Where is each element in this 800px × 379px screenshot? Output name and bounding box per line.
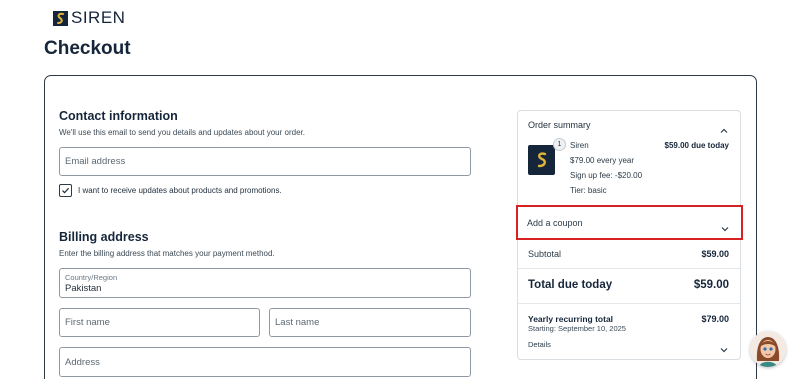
contact-section-title: Contact information (59, 109, 178, 123)
last-name-placeholder: Last name (275, 317, 320, 328)
billing-section-title: Billing address (59, 230, 149, 244)
total-due-label: Total due today (528, 279, 613, 291)
subtotal-value: $59.00 (701, 249, 729, 259)
add-coupon-label: Add a coupon (527, 218, 583, 228)
siren-logo-icon (53, 10, 68, 26)
yearly-start-date: Starting: September 10, 2025 (528, 324, 626, 333)
product-signup-fee: Sign up fee: -$20.00 (570, 171, 643, 180)
last-name-field[interactable]: Last name (269, 308, 471, 337)
product-name: Siren (570, 141, 589, 150)
first-name-field[interactable]: First name (59, 308, 260, 337)
assistant-avatar-icon (750, 331, 786, 367)
chevron-down-icon (721, 219, 729, 237)
updates-checkbox-row[interactable]: I want to receive updates about products… (59, 184, 282, 197)
address-placeholder: Address (65, 356, 100, 368)
chevron-down-icon[interactable] (720, 340, 728, 358)
country-label: Country/Region (65, 272, 118, 282)
email-field[interactable]: Email address (59, 147, 471, 176)
page-title: Checkout (44, 38, 131, 59)
updates-checkbox[interactable] (59, 184, 72, 197)
product-tier: Tier: basic (570, 186, 607, 195)
country-value: Pakistan (65, 282, 102, 294)
yearly-recurring-value: $79.00 (701, 314, 729, 324)
total-due-value: $59.00 (693, 279, 729, 291)
summary-divider (518, 303, 740, 304)
details-toggle[interactable]: Details (528, 340, 551, 349)
order-summary-title[interactable]: Order summary (528, 120, 591, 130)
chevron-up-icon[interactable] (720, 121, 728, 139)
chat-assistant-avatar[interactable] (750, 331, 786, 367)
subtotal-label: Subtotal (528, 249, 562, 259)
contact-section-description: We'll use this email to send you details… (59, 128, 305, 137)
billing-section-description: Enter the billing address that matches y… (59, 249, 275, 258)
product-price-due: $59.00 due today (664, 141, 729, 150)
add-coupon-button[interactable]: Add a coupon (516, 205, 743, 240)
check-icon (62, 187, 70, 194)
first-name-placeholder: First name (65, 317, 110, 328)
updates-checkbox-label: I want to receive updates about products… (78, 186, 282, 195)
email-placeholder: Email address (65, 156, 126, 167)
brand-name: SIREN (71, 8, 126, 27)
quantity-badge: 1 (553, 138, 566, 151)
country-select[interactable]: Country/Region Pakistan (59, 268, 471, 298)
product-recurring-price: $79.00 every year (570, 156, 635, 165)
brand-logo[interactable]: SIREN (53, 8, 125, 28)
product-thumbnail (528, 145, 555, 175)
summary-divider (518, 268, 740, 269)
siren-product-icon (537, 152, 546, 168)
address-field[interactable]: Address (59, 347, 471, 377)
yearly-recurring-label: Yearly recurring total (528, 314, 614, 324)
